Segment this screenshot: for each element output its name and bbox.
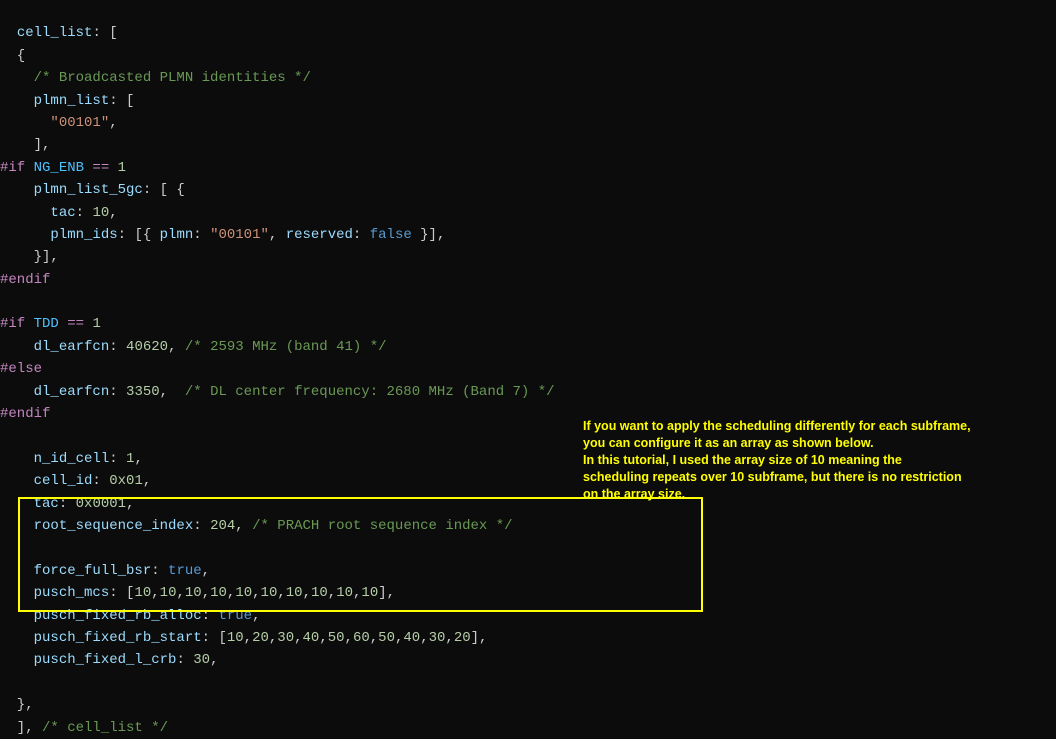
highlight-box bbox=[18, 497, 703, 612]
annotation-text: If you want to apply the scheduling diff… bbox=[583, 418, 1053, 502]
annotation-line-5: on the array size. bbox=[583, 487, 685, 501]
annotation-line-1: If you want to apply the scheduling diff… bbox=[583, 419, 971, 433]
annotation-line-3: In this tutorial, I used the array size … bbox=[583, 453, 902, 467]
code-block: cell_list: [ { /* Broadcasted PLMN ident… bbox=[0, 0, 1056, 739]
annotation-line-4: scheduling repeats over 10 subframe, but… bbox=[583, 470, 962, 484]
annotation-line-2: you can configure it as an array as show… bbox=[583, 436, 874, 450]
